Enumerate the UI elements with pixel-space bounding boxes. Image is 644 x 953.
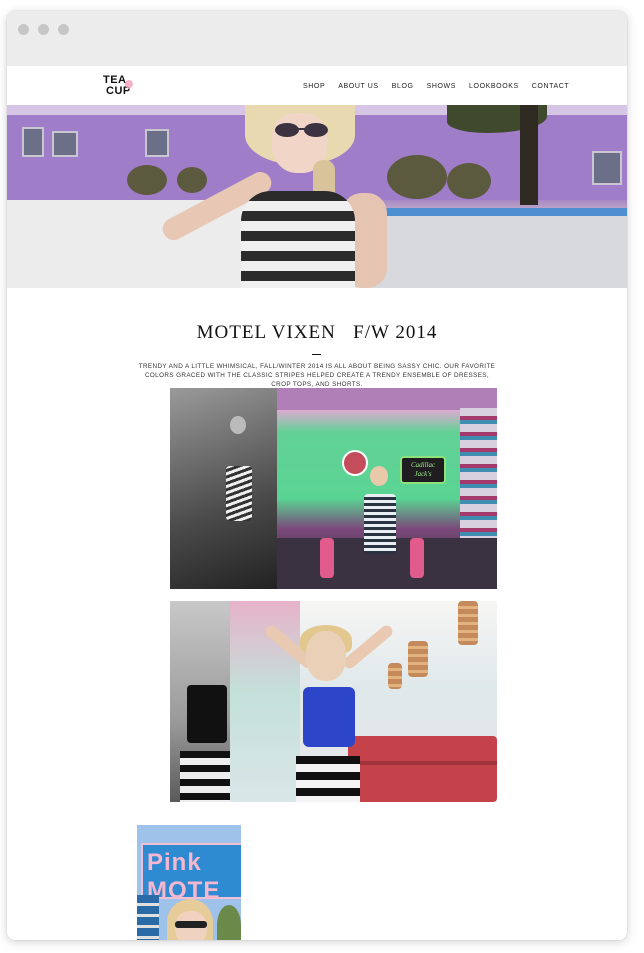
motel-sign-text: Pink MOTE — [147, 849, 221, 904]
photo-tree — [217, 905, 241, 940]
pendant-lamp — [408, 641, 428, 677]
diner-ceiling — [277, 388, 497, 410]
nav-contact[interactable]: CONTACT — [532, 83, 570, 95]
diner-neon-sign: Cadillac Jack's — [400, 456, 446, 484]
model-head — [306, 631, 346, 681]
diner-booth-seam — [348, 761, 497, 765]
pendant-lamp — [458, 601, 478, 645]
tea-cup-logo[interactable]: TEA CUP — [103, 75, 143, 101]
motel-sign-arrows — [137, 895, 159, 940]
site-header: TEA CUP SHOP ABOUT US BLOG SHOWS LOOKBOO… — [7, 66, 627, 105]
main-nav: SHOP ABOUT US BLOG SHOWS LOOKBOOKS CONTA… — [303, 83, 582, 95]
title-divider — [312, 354, 321, 355]
lookbook-intro: TRENDY AND A LITTLE WHIMSICAL, FALL/WINT… — [138, 363, 496, 388]
browser-chrome — [7, 11, 627, 66]
hero-window — [592, 151, 622, 185]
hero-bush — [447, 163, 491, 199]
logo-line-2: CUP — [106, 85, 131, 97]
lookbook-photo-crop-top[interactable] — [170, 601, 497, 802]
close-dot-icon[interactable] — [18, 24, 29, 35]
lookbook-title: MOTEL VIXEN F/W 2014 — [196, 322, 438, 343]
pendant-lamp — [388, 663, 402, 689]
hero-window — [22, 127, 44, 157]
minimize-dot-icon[interactable] — [38, 24, 49, 35]
lookbook-photo-motel-sign[interactable]: Pink MOTE — [137, 825, 241, 940]
sunglasses-icon — [275, 123, 328, 137]
hero-bush — [127, 165, 167, 195]
nav-lookbooks[interactable]: LOOKBOOKS — [469, 83, 519, 95]
hero-striped-top — [241, 191, 355, 288]
hero-pool — [367, 208, 627, 288]
model-skirt-bw — [180, 751, 230, 802]
photo-bw-model — [218, 416, 252, 556]
model-dress — [226, 466, 252, 521]
lookbook-photo-diner[interactable]: Cadillac Jack's — [170, 388, 497, 589]
nav-blog[interactable]: BLOG — [392, 83, 414, 95]
model-skirt — [296, 756, 360, 802]
model-head — [230, 416, 246, 434]
hero-window — [145, 129, 169, 157]
nav-shows[interactable]: SHOWS — [427, 83, 456, 95]
photo-color-model — [360, 464, 400, 574]
sunglasses-icon — [175, 921, 207, 928]
model-crop-top-bw — [187, 685, 227, 743]
diner-stool — [410, 538, 424, 578]
diner-booth — [348, 736, 497, 802]
model-head — [370, 466, 388, 486]
hero-bush — [177, 167, 207, 193]
model-dress — [364, 494, 396, 554]
nav-shop[interactable]: SHOP — [303, 83, 325, 95]
browser-window: TEA CUP SHOP ABOUT US BLOG SHOWS LOOKBOO… — [7, 11, 627, 940]
website: TEA CUP SHOP ABOUT US BLOG SHOWS LOOKBOO… — [7, 66, 627, 940]
hero-window — [52, 131, 78, 157]
hero-image — [7, 105, 627, 288]
diner-shelf — [460, 408, 497, 538]
hero-pool-edge — [367, 208, 627, 216]
zoom-dot-icon[interactable] — [58, 24, 69, 35]
diner-stool — [320, 538, 334, 578]
hero-palm-trunk — [520, 105, 538, 205]
model-crop-top — [303, 687, 355, 747]
neon-sign-text: Cadillac Jack's — [410, 461, 436, 478]
hero-bush — [387, 155, 447, 199]
nav-about-us[interactable]: ABOUT US — [338, 83, 378, 95]
